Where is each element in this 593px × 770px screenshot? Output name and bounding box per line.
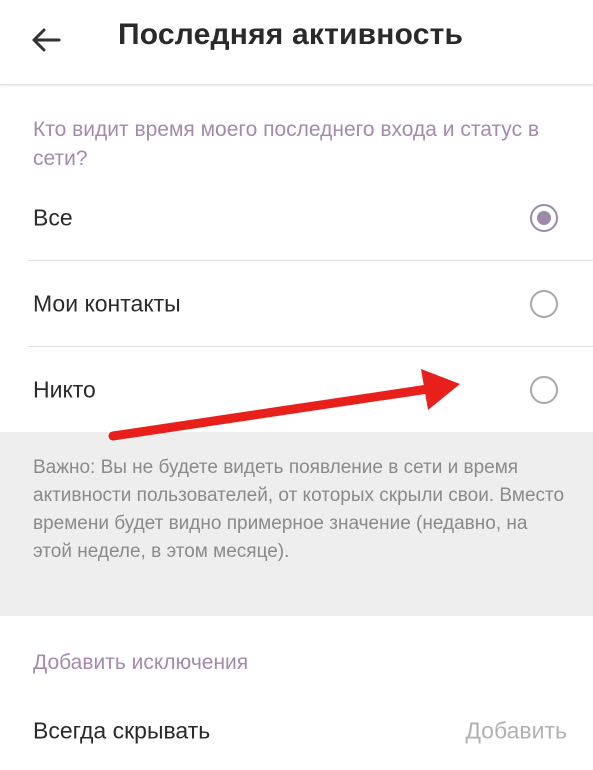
always-hide-row[interactable]: Всегда скрывать Добавить — [0, 698, 593, 764]
radio-button-selected[interactable] — [530, 204, 558, 232]
page-title: Последняя активность — [118, 18, 464, 51]
app-header: Последняя активность — [0, 0, 593, 85]
visibility-question: Кто видит время моего последнего входа и… — [33, 118, 540, 170]
option-nobody[interactable]: Никто — [0, 347, 593, 433]
add-button[interactable]: Добавить — [465, 718, 567, 745]
radio-button[interactable] — [530, 376, 558, 404]
option-label: Никто — [33, 376, 96, 403]
option-my-contacts[interactable]: Мои контакты — [0, 261, 593, 347]
arrow-left-icon — [32, 28, 61, 52]
info-note: Важно: Вы не будете видеть появление в с… — [0, 432, 593, 616]
option-label: Мои контакты — [33, 290, 181, 317]
radio-button[interactable] — [530, 290, 558, 318]
back-button[interactable] — [18, 14, 74, 66]
exceptions-section-title: Добавить исключения — [33, 651, 249, 674]
option-label: Все — [33, 204, 73, 231]
option-everyone[interactable]: Все — [0, 175, 593, 261]
note-text: Важно: Вы не будете видеть появление в с… — [33, 457, 565, 562]
always-hide-label: Всегда скрывать — [33, 717, 211, 744]
